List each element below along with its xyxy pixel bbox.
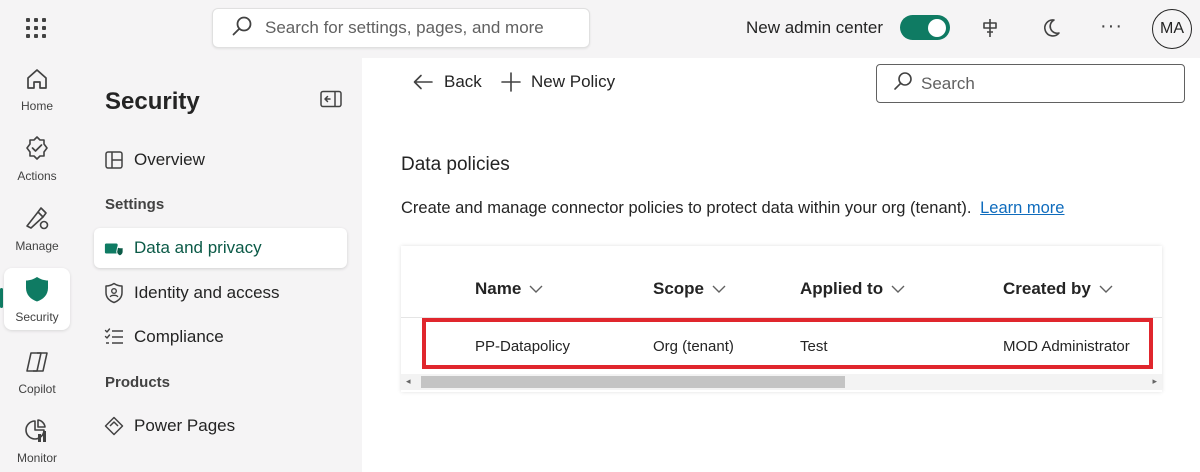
top-bar: Search for settings, pages, and more New… [0, 0, 1200, 58]
rail-item-actions[interactable]: Actions [4, 127, 70, 189]
rail-item-security[interactable]: Security [4, 268, 70, 330]
monitor-icon [23, 418, 51, 449]
checklist-icon [104, 327, 124, 347]
search-icon [231, 15, 253, 42]
nav-item-label: Compliance [134, 327, 224, 346]
column-header-label: Name [475, 279, 522, 298]
manage-icon [23, 204, 51, 237]
chevron-down-icon [1099, 284, 1113, 294]
nav-item-label: Data and privacy [134, 238, 262, 257]
nav-title: Security [105, 88, 200, 115]
home-icon [24, 66, 50, 97]
copilot-icon [23, 349, 51, 380]
back-label: Back [444, 72, 482, 91]
arrow-left-icon [412, 73, 434, 91]
page-title: Data policies [401, 154, 510, 175]
avatar[interactable]: MA [1152, 9, 1192, 49]
chevron-down-icon [891, 284, 905, 294]
rail-active-indicator [0, 288, 3, 308]
rail-item-label: Copilot [18, 381, 56, 396]
collapse-panel-icon[interactable] [320, 90, 342, 113]
shield-icon [24, 275, 50, 308]
dark-mode-icon[interactable] [1037, 14, 1065, 42]
nav-item-compliance[interactable]: Compliance [94, 317, 347, 357]
rail-item-label: Security [15, 309, 59, 324]
scroll-right-icon[interactable]: ▸ [1152, 376, 1157, 387]
column-header-label: Scope [653, 279, 705, 298]
column-header-scope[interactable]: Scope [653, 279, 726, 299]
policy-search-placeholder: Search [921, 73, 975, 93]
nav-item-power-pages[interactable]: Power Pages [94, 406, 347, 446]
nav-item-label: Power Pages [134, 416, 236, 435]
rail-item-manage[interactable]: Manage [4, 197, 70, 259]
policy-search-input[interactable]: Search [876, 64, 1185, 103]
policies-table: Name Scope Applied to Created by PP-Data… [401, 246, 1162, 392]
nav-item-label: Identity and access [134, 283, 280, 302]
nav-item-identity-and-access[interactable]: Identity and access [94, 273, 347, 313]
column-header-name[interactable]: Name [475, 279, 543, 299]
nav-item-overview[interactable]: Overview [94, 140, 347, 180]
chevron-down-icon [529, 284, 543, 294]
actions-icon [23, 134, 51, 167]
column-header-label: Applied to [800, 279, 884, 298]
nav-section-settings: Settings [105, 196, 165, 213]
more-options-icon[interactable]: ··· [1100, 15, 1123, 38]
horizontal-scrollbar[interactable]: ◂ ▸ [401, 374, 1162, 390]
app-launcher-icon[interactable] [24, 16, 48, 40]
data-privacy-icon [104, 238, 124, 258]
left-rail: Home Actions Manage Security Copilot Mon… [0, 58, 76, 472]
column-header-applied-to[interactable]: Applied to [800, 279, 905, 299]
description-text: Create and manage connector policies to … [401, 199, 972, 217]
power-pages-icon [104, 416, 124, 436]
table-header: Name Scope Applied to Created by [401, 246, 1162, 318]
global-search-placeholder: Search for settings, pages, and more [265, 18, 544, 37]
row-highlight-annotation [422, 318, 1153, 369]
new-admin-center-toggle[interactable] [900, 15, 950, 40]
new-policy-label: New Policy [531, 72, 616, 91]
scrollbar-thumb[interactable] [421, 376, 845, 388]
lightbulb-icon[interactable] [976, 14, 1004, 42]
nav-section-products: Products [105, 374, 171, 391]
page-description: Create and manage connector policies to … [401, 199, 1064, 218]
learn-more-link[interactable]: Learn more [980, 199, 1064, 217]
rail-item-label: Monitor [16, 450, 57, 465]
global-search-input[interactable]: Search for settings, pages, and more [212, 8, 590, 48]
rail-item-label: Home [20, 98, 53, 113]
new-policy-button[interactable]: New Policy [501, 72, 615, 92]
column-header-created-by[interactable]: Created by [1003, 279, 1113, 299]
plus-icon [501, 72, 521, 92]
nav-item-data-and-privacy[interactable]: Data and privacy [94, 228, 347, 268]
rail-item-label: Actions [17, 168, 57, 183]
column-header-label: Created by [1003, 279, 1091, 298]
rail-item-label: Manage [15, 238, 59, 253]
overview-icon [104, 150, 124, 170]
rail-item-copilot[interactable]: Copilot [4, 341, 70, 403]
scroll-left-icon[interactable]: ◂ [406, 376, 411, 387]
nav-item-label: Overview [134, 150, 205, 169]
new-admin-center-label: New admin center [746, 18, 884, 37]
rail-item-monitor[interactable]: Monitor [4, 410, 70, 472]
back-button[interactable]: Back [412, 72, 482, 92]
identity-shield-icon [104, 282, 124, 304]
main-content: Back New Policy Search Data policies Cre… [362, 58, 1200, 472]
search-icon [893, 71, 913, 96]
chevron-down-icon [712, 284, 726, 294]
security-nav-panel: Security Overview Settings Data and priv… [80, 58, 360, 472]
rail-item-home[interactable]: Home [4, 58, 70, 120]
